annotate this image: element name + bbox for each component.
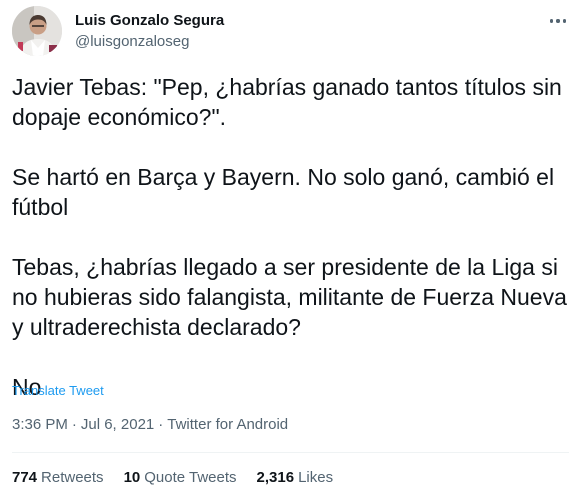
more-dot bbox=[549, 19, 554, 23]
translate-tweet-link[interactable]: Translate Tweet bbox=[12, 383, 104, 398]
retweets-label: Retweets bbox=[41, 469, 104, 486]
likes-stat[interactable]: 2,316 Likes bbox=[257, 469, 334, 486]
likes-label: Likes bbox=[298, 469, 334, 486]
more-dot bbox=[562, 19, 567, 23]
tweet-source[interactable]: Twitter for Android bbox=[167, 416, 288, 433]
divider bbox=[12, 452, 569, 453]
more-dot bbox=[556, 19, 560, 23]
avatar-photo bbox=[12, 6, 62, 56]
separator: · bbox=[71, 416, 77, 433]
tweet-metadata: 3:36 PM · Jul 6, 2021 · Twitter for Android bbox=[12, 416, 288, 433]
likes-count: 2,316 bbox=[256, 469, 295, 486]
more-dots-icon[interactable] bbox=[547, 10, 569, 32]
tweet-time[interactable]: 3:36 PM bbox=[12, 416, 68, 433]
separator: · bbox=[158, 416, 164, 433]
tweet-stats: 774 Retweets 10 Quote Tweets 2,316 Likes bbox=[12, 469, 353, 486]
tweet-paragraph: Javier Tebas: "Pep, ¿habrías ganado tant… bbox=[12, 74, 562, 130]
author-handle[interactable]: @luisgonzaloseg bbox=[75, 33, 189, 50]
author-name[interactable]: Luis Gonzalo Segura bbox=[75, 12, 224, 29]
tweet-date[interactable]: Jul 6, 2021 bbox=[81, 416, 154, 433]
retweets-count: 774 bbox=[12, 469, 38, 486]
tweet-paragraph: Se hartó en Barça y Bayern. No solo ganó… bbox=[12, 164, 555, 220]
tweet: Luis Gonzalo Segura @luisgonzaloseg Javi… bbox=[0, 0, 581, 499]
avatar[interactable] bbox=[12, 6, 62, 56]
retweets-stat[interactable]: 774 Retweets bbox=[12, 469, 104, 486]
quote-tweets-stat[interactable]: 10 Quote Tweets bbox=[124, 469, 237, 486]
quote-tweets-count: 10 bbox=[123, 469, 141, 486]
tweet-text: Javier Tebas: "Pep, ¿habrías ganado tant… bbox=[12, 72, 574, 402]
quote-tweets-label: Quote Tweets bbox=[144, 469, 237, 486]
tweet-paragraph: Tebas, ¿habrías llegado a ser presidente… bbox=[12, 254, 567, 340]
